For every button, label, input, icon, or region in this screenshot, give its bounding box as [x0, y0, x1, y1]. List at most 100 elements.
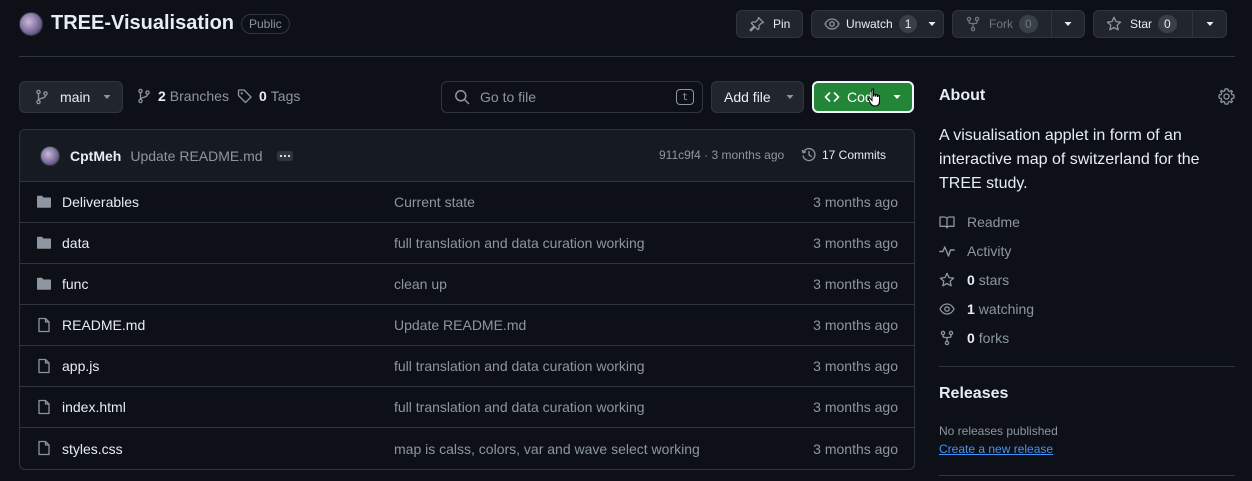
commit-hash[interactable]: 911c9f4 [659, 148, 701, 162]
readme-label: Readme [967, 214, 1020, 230]
author-avatar[interactable] [40, 145, 60, 166]
activity-link[interactable]: Activity [939, 241, 1011, 261]
caret-down-icon [102, 92, 112, 102]
gear-icon[interactable] [1218, 88, 1235, 105]
caret-down-icon [1205, 19, 1215, 29]
commit-author[interactable]: CptMeh [70, 148, 121, 164]
caret-down-icon [892, 92, 902, 102]
watchers-counter: 1 [898, 15, 918, 33]
caret-down-icon [927, 19, 937, 29]
file-commit-message[interactable]: clean up [394, 276, 447, 292]
about-description: A visualisation applet in form of an int… [939, 127, 1200, 192]
pin-icon [749, 16, 765, 32]
book-icon [939, 214, 955, 230]
star-button[interactable]: Star 0 [1093, 10, 1193, 38]
table-row[interactable]: styles.css map is calss, colors, var and… [20, 428, 914, 469]
stars-counter: 0 [1158, 15, 1177, 33]
eye-icon [939, 301, 955, 317]
file-table: CptMeh Update README.md 911c9f4 · 3 mont… [19, 129, 915, 470]
go-to-file-search[interactable]: Go to file t [441, 81, 703, 113]
commits-label: 17 Commits [822, 148, 887, 162]
forks-label: forks [978, 330, 1010, 346]
fork-icon [939, 330, 955, 346]
tags-link[interactable]: 0 Tags [237, 88, 300, 104]
readme-link[interactable]: Readme [939, 212, 1020, 232]
stars-link[interactable]: 0 stars [939, 270, 1009, 290]
file-date: 3 months ago [813, 194, 898, 210]
ellipsis-icon [279, 154, 290, 157]
commit-message[interactable]: Update README.md [130, 148, 262, 164]
latest-commit-bar: CptMeh Update README.md 911c9f4 · 3 mont… [20, 130, 914, 182]
fork-dropdown-button[interactable] [1051, 10, 1085, 38]
pulse-icon [939, 243, 955, 259]
search-icon [454, 89, 470, 105]
commit-hash-time: 911c9f4 · 3 months ago [659, 148, 784, 162]
code-button[interactable]: Code [812, 81, 914, 113]
file-commit-message[interactable]: Update README.md [394, 317, 526, 333]
table-row[interactable]: func clean up 3 months ago [20, 264, 914, 305]
create-release-link[interactable]: Create a new release [939, 442, 1053, 456]
unwatch-button[interactable]: Unwatch 1 [811, 10, 944, 38]
branches-link[interactable]: 2 Branches [136, 88, 229, 104]
caret-down-icon [1063, 19, 1073, 29]
file-icon [36, 440, 52, 456]
code-icon [824, 89, 840, 105]
file-icon [36, 358, 52, 374]
pin-button[interactable]: Pin [736, 10, 803, 38]
sidebar-bottom-divider [939, 475, 1235, 476]
star-dropdown-button[interactable] [1192, 10, 1227, 38]
branch-name: main [60, 89, 91, 105]
file-date: 3 months ago [813, 399, 898, 415]
file-name[interactable]: index.html [62, 399, 126, 415]
watching-count: 1 [967, 301, 975, 317]
commit-separator: · [700, 148, 712, 162]
star-label: Star [1130, 17, 1153, 31]
file-name[interactable]: README.md [62, 317, 145, 333]
sidebar-divider [939, 366, 1235, 367]
forks-link[interactable]: 0 forks [939, 328, 1009, 348]
stars-label: stars [978, 272, 1010, 288]
file-name[interactable]: styles.css [62, 441, 123, 457]
branch-selector[interactable]: main [19, 81, 123, 113]
search-placeholder: Go to file [480, 89, 537, 105]
table-row[interactable]: index.html full translation and data cur… [20, 387, 914, 428]
file-name[interactable]: data [62, 235, 89, 251]
table-row[interactable]: README.md Update README.md 3 months ago [20, 305, 914, 346]
fork-button[interactable]: Fork 0 [952, 10, 1052, 38]
star-icon [939, 272, 955, 288]
caret-down-icon [785, 92, 795, 102]
folder-icon [36, 276, 52, 292]
file-name[interactable]: app.js [62, 358, 99, 374]
table-row[interactable]: data full translation and data curation … [20, 223, 914, 264]
commits-link[interactable]: 17 Commits [801, 147, 886, 163]
file-commit-message[interactable]: full translation and data curation worki… [394, 235, 645, 251]
commit-time: 3 months ago [711, 148, 785, 162]
visibility-badge: Public [241, 14, 290, 34]
star-icon [1106, 16, 1122, 32]
file-commit-message[interactable]: full translation and data curation worki… [394, 358, 645, 374]
forks-counter: 0 [1019, 15, 1038, 33]
watching-link[interactable]: 1 watching [939, 299, 1034, 319]
branches-count: 2 [158, 88, 166, 104]
table-row[interactable]: app.js full translation and data curatio… [20, 346, 914, 387]
eye-icon [824, 16, 840, 32]
forks-count: 0 [967, 330, 975, 346]
watching-label: watching [978, 301, 1035, 317]
repo-owner-avatar[interactable] [19, 12, 43, 36]
table-row[interactable]: Deliverables Current state 3 months ago [20, 182, 914, 223]
releases-empty-text: No releases published [939, 424, 1058, 438]
file-name[interactable]: Deliverables [62, 194, 139, 210]
commit-details-toggle[interactable] [276, 150, 293, 161]
file-date: 3 months ago [813, 317, 898, 333]
tags-label: Tags [270, 88, 301, 104]
add-file-button[interactable]: Add file [711, 81, 804, 113]
search-shortcut-key: t [676, 89, 694, 105]
branch-icon [34, 89, 50, 105]
releases-title[interactable]: Releases [939, 385, 1008, 403]
add-file-label: Add file [724, 89, 771, 105]
repo-name[interactable]: TREE-Visualisation [51, 12, 234, 35]
file-commit-message[interactable]: map is calss, colors, var and wave selec… [394, 441, 700, 457]
file-name[interactable]: func [62, 276, 88, 292]
file-commit-message[interactable]: full translation and data curation worki… [394, 399, 645, 415]
file-commit-message[interactable]: Current state [394, 194, 475, 210]
